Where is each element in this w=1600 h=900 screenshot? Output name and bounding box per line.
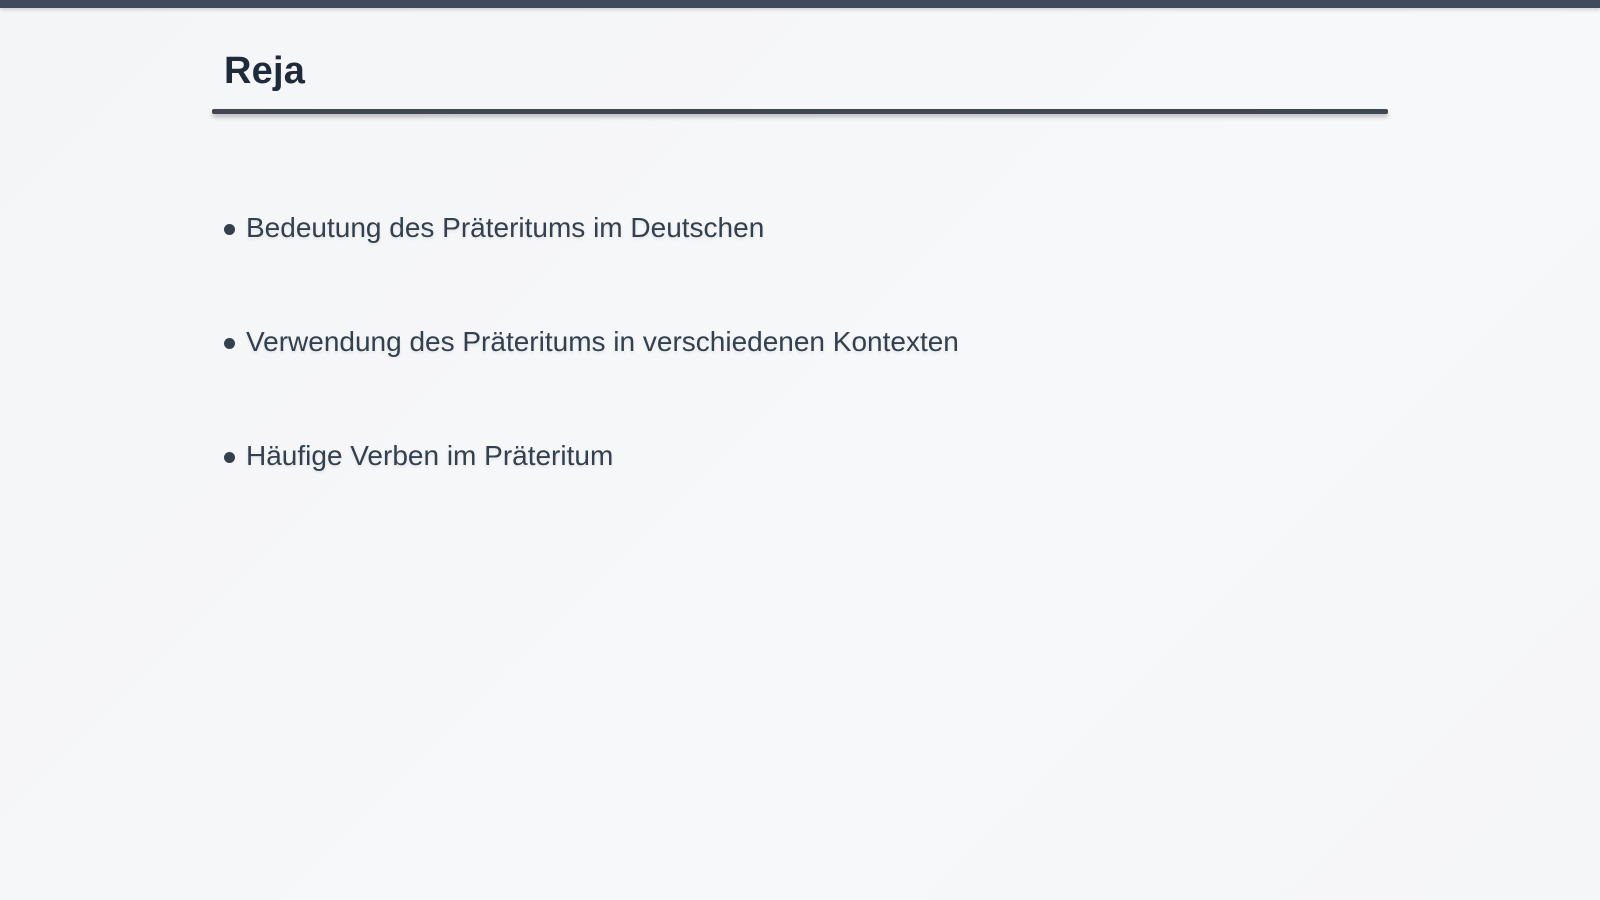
bullet-text: Bedeutung des Präteritums im Deutschen xyxy=(246,212,765,243)
top-accent-bar xyxy=(0,0,1600,8)
slide-title: Reja xyxy=(224,50,306,92)
bullet-text: Häufige Verben im Präteritum xyxy=(246,440,614,471)
presentation-slide: Reja Bedeutung des Präteritums im Deutsc… xyxy=(0,0,1600,900)
bullet-dot-icon xyxy=(224,451,235,463)
bullet-item: Häufige Verben im Präteritum xyxy=(224,428,959,484)
bullet-item: Verwendung des Präteritums in verschiede… xyxy=(224,314,959,370)
bullet-item: Bedeutung des Präteritums im Deutschen xyxy=(224,200,959,256)
bullet-dot-icon xyxy=(224,337,235,349)
bullet-text: Verwendung des Präteritums in verschiede… xyxy=(246,326,959,357)
title-underline xyxy=(212,109,1388,114)
bullet-list: Bedeutung des Präteritums im Deutschen V… xyxy=(224,200,959,542)
bullet-dot-icon xyxy=(224,223,235,235)
